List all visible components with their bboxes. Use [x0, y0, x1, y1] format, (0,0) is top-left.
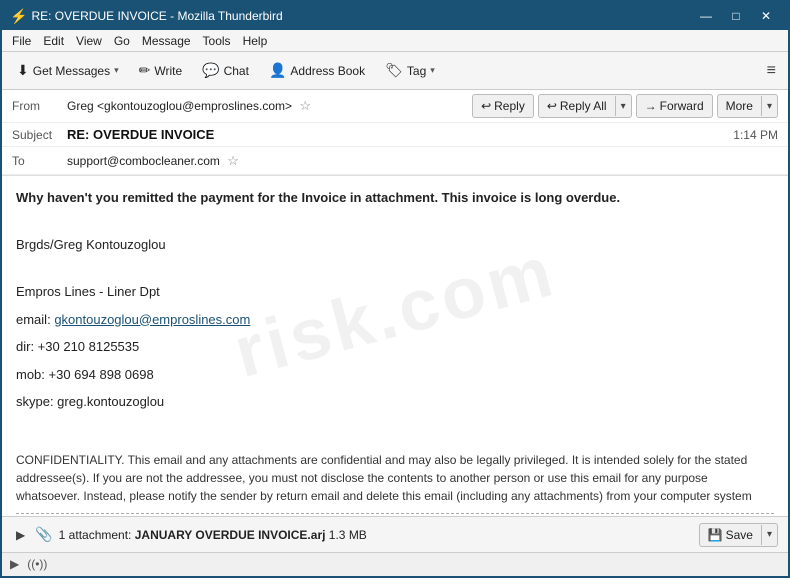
attachment-bar: ▶ 📎 1 attachment: JANUARY OVERDUE INVOIC… — [2, 516, 788, 552]
menu-message[interactable]: Message — [136, 32, 197, 50]
write-button[interactable]: ✏ Write — [130, 57, 192, 85]
maximize-button[interactable]: □ — [722, 6, 750, 26]
chat-button[interactable]: 💬 Chat — [193, 57, 258, 85]
reply-all-label: Reply All — [560, 99, 607, 113]
reply-all-icon: ↩ — [547, 99, 557, 113]
save-split-button: 💾 Save ▾ — [699, 523, 778, 547]
email-body: risk.com Why haven't you remitted the pa… — [2, 176, 788, 516]
close-button[interactable]: ✕ — [752, 6, 780, 26]
email-header: From Greg <gkontouzoglou@emproslines.com… — [2, 90, 788, 176]
save-label: Save — [726, 528, 753, 542]
reply-all-dropdown[interactable]: ▾ — [616, 98, 631, 115]
from-row: From Greg <gkontouzoglou@emproslines.com… — [2, 90, 788, 123]
email-opening: Why haven't you remitted the payment for… — [16, 188, 774, 208]
forward-label: Forward — [660, 99, 704, 113]
save-disk-icon: 💾 — [708, 528, 723, 542]
tag-icon: 🏷 — [385, 62, 403, 79]
forward-icon: → — [645, 99, 657, 113]
from-email: <gkontouzoglou@emproslines.com> — [97, 99, 292, 113]
email-body-content: Why haven't you remitted the payment for… — [16, 188, 774, 516]
title-bar: ⚡ RE: OVERDUE INVOICE - Mozilla Thunderb… — [2, 2, 788, 30]
to-email: support@combocleaner.com — [67, 154, 220, 168]
more-label: More — [726, 99, 753, 113]
email-line: email: gkontouzoglou@emproslines.com — [16, 310, 774, 330]
mob-line: mob: +30 694 898 0698 — [16, 365, 774, 385]
menu-help[interactable]: Help — [237, 32, 274, 50]
confidentiality-text: CONFIDENTIALITY. This email and any atta… — [16, 451, 774, 505]
star-icon[interactable]: ☆ — [299, 98, 311, 113]
write-label: Write — [154, 64, 182, 78]
dir-line: dir: +30 210 8125535 — [16, 337, 774, 357]
hamburger-menu-button[interactable]: ≡ — [761, 57, 782, 85]
tag-button[interactable]: 🏷 Tag ▾ — [376, 57, 444, 85]
chat-label: Chat — [224, 64, 249, 78]
save-dropdown[interactable]: ▾ — [762, 526, 777, 543]
menu-view[interactable]: View — [70, 32, 108, 50]
reply-label: Reply — [494, 99, 525, 113]
email-link[interactable]: gkontouzoglou@emproslines.com — [54, 312, 250, 327]
more-split-button: More ▾ — [717, 94, 778, 118]
attachment-count: 1 attachment: — [59, 528, 132, 542]
reply-all-split-button: ↩ Reply All ▾ — [538, 94, 632, 118]
signature-name: Brgds/Greg Kontouzoglou — [16, 235, 774, 255]
toolbar: ⬇ Get Messages ▾ ✏ Write 💬 Chat 👤 Addres… — [2, 52, 788, 90]
to-value: support@combocleaner.com ☆ — [67, 153, 778, 169]
menu-bar: File Edit View Go Message Tools Help — [2, 30, 788, 52]
expand-status-icon: ▶ — [10, 557, 19, 571]
subject-value: RE: OVERDUE INVOICE — [67, 127, 723, 142]
get-messages-button[interactable]: ⬇ Get Messages ▾ — [8, 57, 128, 85]
menu-file[interactable]: File — [6, 32, 37, 50]
attachment-size: 1.3 MB — [329, 528, 367, 542]
attachment-expand-button[interactable]: ▶ — [12, 526, 29, 544]
more-dropdown[interactable]: ▾ — [762, 98, 777, 115]
reply-button[interactable]: ↩ Reply — [472, 94, 534, 118]
from-value: Greg <gkontouzoglou@emproslines.com> ☆ — [67, 98, 472, 114]
email-time: 1:14 PM — [733, 128, 778, 142]
attachment-text: 1 attachment: JANUARY OVERDUE INVOICE.ar… — [59, 528, 693, 542]
from-label: From — [12, 99, 67, 113]
subject-label: Subject — [12, 128, 67, 142]
from-name: Greg — [67, 99, 94, 113]
window-icon: ⚡ — [10, 8, 27, 25]
get-messages-label: Get Messages — [33, 64, 110, 78]
to-row: To support@combocleaner.com ☆ — [2, 147, 788, 175]
status-bar: ▶ ((•)) — [2, 552, 788, 574]
company-dpt: Empros Lines - Liner Dpt — [16, 282, 774, 302]
save-button[interactable]: 💾 Save — [700, 525, 762, 545]
minimize-button[interactable]: — — [692, 6, 720, 26]
wifi-status-icon: ((•)) — [27, 557, 47, 571]
attachment-icon: 📎 — [35, 526, 52, 543]
header-actions: ↩ Reply ↩ Reply All ▾ → Forward More ▾ — [472, 94, 778, 118]
window-controls: — □ ✕ — [692, 6, 780, 26]
window-title: RE: OVERDUE INVOICE - Mozilla Thunderbir… — [27, 9, 692, 23]
email-label: email: — [16, 312, 51, 327]
tag-label: Tag — [407, 64, 426, 78]
get-messages-dropdown-arrow: ▾ — [114, 65, 119, 76]
menu-tools[interactable]: Tools — [197, 32, 237, 50]
to-star-icon[interactable]: ☆ — [227, 153, 239, 168]
attachment-filename: JANUARY OVERDUE INVOICE.arj — [135, 528, 326, 542]
reply-icon: ↩ — [481, 99, 491, 113]
forward-button[interactable]: → Forward — [636, 94, 713, 118]
subject-row: Subject RE: OVERDUE INVOICE 1:14 PM — [2, 123, 788, 147]
write-icon: ✏ — [139, 62, 151, 79]
address-book-button[interactable]: 👤 Address Book — [260, 57, 374, 85]
address-book-icon: 👤 — [269, 62, 286, 79]
menu-go[interactable]: Go — [108, 32, 136, 50]
menu-edit[interactable]: Edit — [37, 32, 70, 50]
address-book-label: Address Book — [290, 64, 365, 78]
skype-line: skype: greg.kontouzoglou — [16, 392, 774, 412]
to-label: To — [12, 154, 67, 168]
reply-all-button[interactable]: ↩ Reply All — [539, 96, 616, 116]
get-messages-icon: ⬇ — [17, 62, 29, 79]
tag-dropdown-arrow: ▾ — [430, 65, 435, 76]
divider — [16, 513, 774, 514]
chat-icon: 💬 — [202, 62, 219, 79]
more-button[interactable]: More — [718, 96, 762, 116]
